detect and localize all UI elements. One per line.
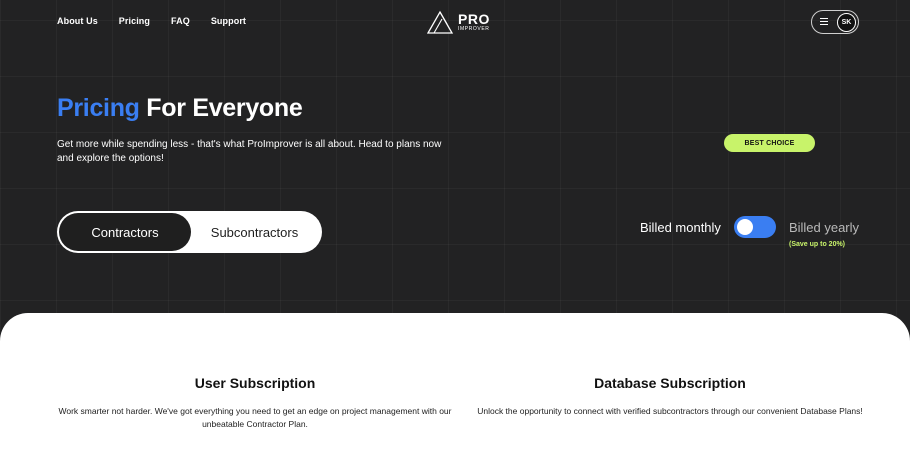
best-choice-badge: BEST CHOICE [724,134,815,152]
toggle-knob [736,219,753,235]
plan-description: Work smarter not harder. We've got every… [58,406,452,429]
logo[interactable]: PRO IMPROVER [427,9,493,35]
tab-subcontractors[interactable]: Subcontractors [191,213,318,251]
avatar: SK [837,12,856,32]
nav-support[interactable]: Support [211,16,246,26]
billed-monthly-label: Billed monthly [640,219,721,235]
page-title-rest: For Everyone [139,94,303,122]
hamburger-icon [820,18,828,26]
page-title-accent: Pricing [57,94,140,122]
mountain-logo-icon [427,10,454,34]
nav-about-us[interactable]: About Us [57,16,98,26]
billing-toggle-group: Billed monthly Billed yearly [640,216,859,238]
plans-section: User Subscription Work smarter not harde… [0,313,910,464]
plan-description: Unlock the opportunity to connect with v… [477,406,863,416]
nav-faq[interactable]: FAQ [171,16,190,26]
nav-pricing[interactable]: Pricing [119,16,150,26]
billing-toggle[interactable] [733,216,776,238]
tab-contractors[interactable]: Contractors [59,213,191,251]
user-menu-button[interactable]: SK [811,10,859,34]
logo-text-pro: PRO [458,11,490,27]
audience-tabs: Contractors Subcontractors [57,211,322,253]
plan-title: Database Subscription [594,375,746,391]
logo-text-improver: IMPROVER [458,26,490,32]
plan-user-subscription: User Subscription Work smarter not harde… [55,375,455,431]
plan-database-subscription: Database Subscription Unlock the opportu… [470,375,870,418]
save-note: (Save up to 20%) [789,241,846,248]
billed-yearly-label: Billed yearly [788,219,860,235]
top-nav: About Us Pricing FAQ Support [57,16,246,26]
plan-title: User Subscription [194,375,316,391]
page-title: Pricing For Everyone [57,94,303,123]
page-subtitle: Get more while spending less - that's wh… [57,139,442,164]
